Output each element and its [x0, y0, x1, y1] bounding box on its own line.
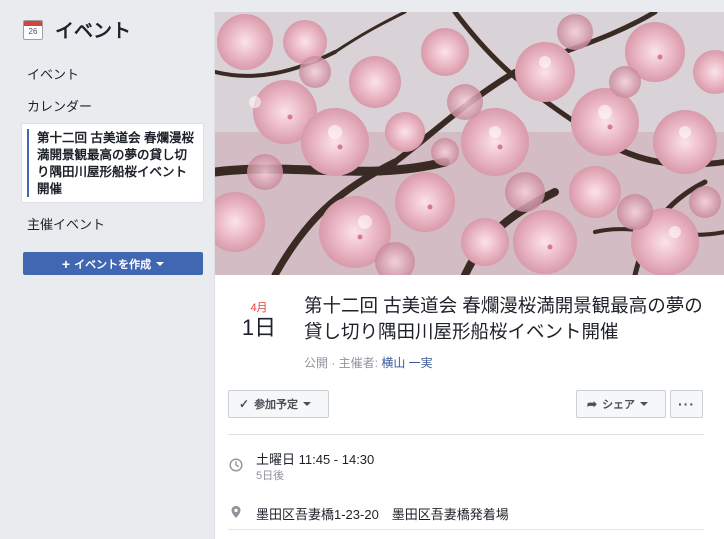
chevron-down-icon: [303, 402, 312, 406]
going-button[interactable]: ✓ 参加予定: [228, 390, 329, 418]
event-location[interactable]: 墨田区吾妻橋1-23-20 墨田区吾妻橋発着場: [256, 504, 509, 523]
share-arrow-icon: ➦: [587, 397, 598, 411]
sidebar-header: 26 イベント: [23, 16, 131, 43]
event-meta: 公開 · 主催者: 横山 一実: [304, 354, 433, 371]
sidebar-item-current-event[interactable]: 第十二回 古美道会 春爛漫桜満開景観最高の夢の貸し切り隅田川屋形船桜イベント開催: [21, 123, 204, 203]
event-card: 4月 1日 第十二回 古美道会 春爛漫桜満開景観最高の夢の貸し切り隅田川屋形船桜…: [214, 12, 724, 539]
sidebar-item-events[interactable]: イベント: [27, 64, 79, 83]
cherry-blossom-image: [215, 12, 724, 275]
event-time-relative: 5日後: [256, 470, 285, 482]
clock-icon: [229, 458, 243, 472]
more-options-button[interactable]: ···: [670, 390, 703, 418]
chevron-down-icon: [156, 261, 165, 266]
event-privacy: 公開 · 主催者:: [304, 356, 382, 370]
sidebar-item-hosted-events[interactable]: 主催イベント: [27, 214, 105, 233]
going-label: 参加予定: [254, 399, 299, 411]
chevron-down-icon: [640, 402, 649, 406]
event-day: 1日: [241, 315, 277, 340]
left-sidebar: 26 イベント イベント カレンダー 第十二回 古美道会 春爛漫桜満開景観最高の…: [0, 0, 214, 539]
share-label: シェア: [602, 399, 636, 411]
calendar-icon: 26: [23, 19, 43, 40]
create-event-label: イベントを作成: [74, 258, 152, 271]
sidebar-item-calendar[interactable]: カレンダー: [27, 96, 92, 115]
event-month: 4月: [250, 302, 268, 314]
more-dots-icon: ···: [678, 396, 695, 412]
event-title: 第十二回 古美道会 春爛漫桜満開景観最高の夢の貸し切り隅田川屋形船桜イベント開催: [304, 295, 703, 342]
event-date: 4月 1日: [238, 299, 280, 341]
event-time[interactable]: 土曜日 11:45 - 14:30: [256, 449, 374, 468]
sidebar-item-current-event-label: 第十二回 古美道会 春爛漫桜満開景観最高の夢の貸し切り隅田川屋形船桜イベント開催: [37, 131, 194, 196]
divider: [228, 434, 704, 435]
share-button[interactable]: ➦ シェア: [576, 390, 666, 418]
checkmark-icon: ✓: [239, 397, 250, 411]
calendar-icon-day: 26: [28, 26, 38, 36]
divider: [228, 529, 704, 530]
sidebar-title[interactable]: イベント: [55, 16, 131, 43]
location-pin-icon: [231, 506, 241, 518]
selected-indicator: [27, 129, 29, 197]
plus-icon: +: [61, 255, 71, 272]
cover-photo[interactable]: [215, 12, 724, 275]
create-event-button[interactable]: + イベントを作成: [23, 252, 203, 275]
event-host-link[interactable]: 横山 一実: [381, 356, 432, 370]
